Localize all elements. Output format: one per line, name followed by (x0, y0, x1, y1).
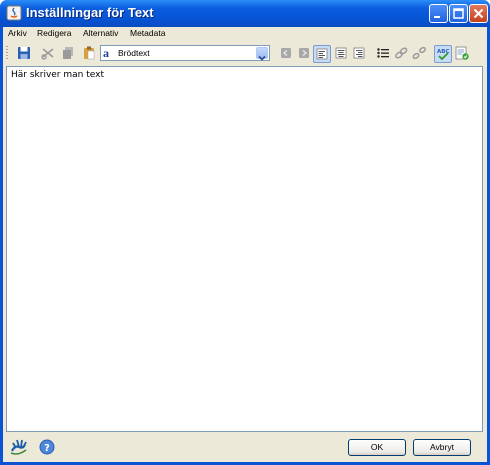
indent-decrease-icon[interactable] (278, 45, 294, 61)
style-select-dropdown-button[interactable] (256, 47, 268, 61)
window-title: Inställningar för Text (26, 5, 154, 20)
link-icon[interactable] (393, 45, 409, 61)
menu-arkiv[interactable]: Arkiv (8, 28, 27, 38)
toolbar: a Brödtext ABC (3, 42, 487, 64)
title-bar[interactable]: Inställningar för Text (0, 0, 490, 27)
maximize-icon (453, 8, 464, 19)
cancel-button[interactable]: Avbryt (413, 439, 471, 456)
paste-icon[interactable] (81, 45, 97, 61)
cut-icon[interactable] (40, 45, 56, 61)
indent-increase-icon[interactable] (296, 45, 312, 61)
bullet-list-icon[interactable] (375, 45, 391, 61)
dialog-window: Inställningar för Text Arkiv Redigera Al… (0, 0, 490, 465)
minimize-icon (434, 16, 440, 18)
ok-button[interactable]: OK (348, 439, 406, 456)
hand-logo-icon (10, 439, 27, 455)
help-icon[interactable]: ? (39, 439, 55, 455)
maximize-button[interactable] (449, 4, 468, 23)
spellcheck-icon[interactable]: ABC (434, 45, 452, 63)
close-icon (473, 8, 484, 19)
spellcheck-options-icon[interactable] (454, 45, 470, 61)
align-center-icon[interactable] (333, 45, 349, 61)
align-right-icon[interactable] (351, 45, 367, 61)
save-icon[interactable] (16, 45, 32, 61)
style-icon: a (103, 46, 109, 60)
editor-content: Här skriver man text (11, 70, 104, 80)
toolbar-grip[interactable] (6, 46, 8, 61)
chevron-down-icon (258, 55, 266, 61)
unlink-icon[interactable] (411, 45, 427, 61)
menu-bar: Arkiv Redigera Alternativ Metadata (3, 27, 487, 41)
close-button[interactable] (469, 4, 488, 23)
style-select[interactable]: a Brödtext (100, 45, 270, 61)
button-bar: ? OK Avbryt (3, 434, 487, 462)
menu-alternativ[interactable]: Alternativ (83, 28, 118, 38)
text-editor[interactable]: Här skriver man text (6, 66, 483, 432)
menu-redigera[interactable]: Redigera (37, 28, 72, 38)
menu-metadata[interactable]: Metadata (130, 28, 165, 38)
minimize-button[interactable] (429, 4, 448, 23)
svg-text:?: ? (44, 443, 50, 454)
style-select-value: Brödtext (118, 48, 150, 58)
copy-icon[interactable] (60, 45, 76, 61)
dialog-client-area: Arkiv Redigera Alternativ Metadata a Brö… (3, 27, 487, 462)
align-left-icon[interactable] (313, 45, 331, 63)
java-app-icon (6, 5, 22, 21)
